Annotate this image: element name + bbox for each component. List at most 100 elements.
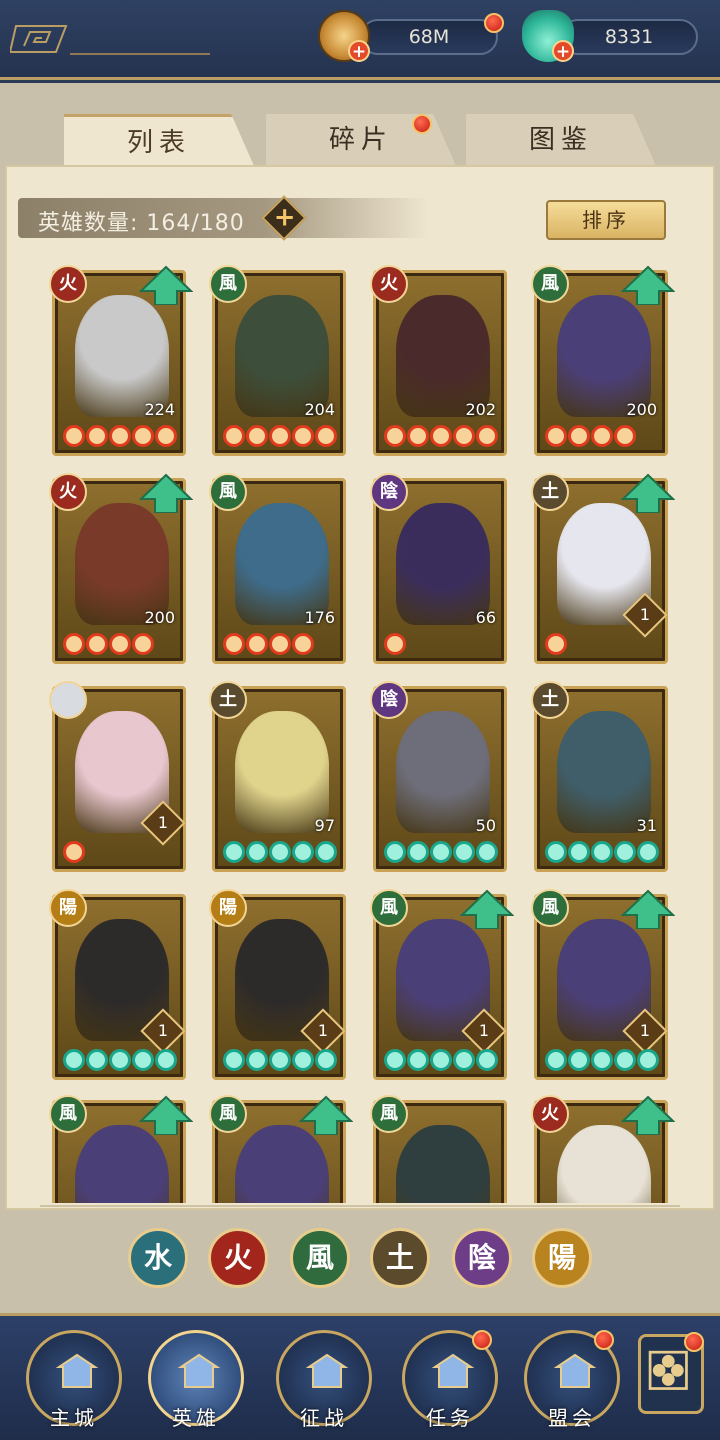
upgrade-arrow-icon — [621, 265, 675, 305]
tab-codex[interactable]: 图鉴 — [466, 114, 656, 166]
star-icon — [614, 841, 636, 863]
hero-card[interactable]: 風 — [209, 1095, 353, 1203]
star-icon — [109, 1049, 131, 1071]
hero-card[interactable]: 風 — [49, 1095, 193, 1203]
hero-card[interactable]: 土 31 — [531, 681, 668, 872]
add-coins-button[interactable]: + — [348, 40, 370, 62]
hero-card[interactable]: 土 97 — [209, 681, 346, 872]
star-icon — [637, 1049, 659, 1071]
nav-label: 盟会 — [548, 1406, 596, 1430]
star-icon — [545, 1049, 567, 1071]
star-rating — [223, 633, 314, 657]
element-filter-button[interactable]: 陽 — [532, 1228, 592, 1288]
hero-portrait — [235, 1125, 329, 1203]
level-value: 200 — [626, 400, 657, 419]
star-icon — [545, 841, 567, 863]
element-badge: 火 — [531, 1095, 569, 1133]
star-rating — [545, 633, 567, 657]
hero-card[interactable]: 風 200 — [531, 265, 675, 456]
element-badge: 陰 — [370, 681, 408, 719]
element-filter-button[interactable]: 陰 — [452, 1228, 512, 1288]
upgrade-arrow-icon — [460, 889, 514, 929]
hero-card[interactable]: 火 202 — [370, 265, 507, 456]
element-filter-button[interactable]: 火 — [208, 1228, 268, 1288]
nav-icon — [305, 1353, 349, 1388]
star-icon — [384, 633, 406, 655]
upgrade-arrow-icon — [139, 473, 193, 513]
star-rating — [63, 633, 154, 657]
hero-card[interactable]: 陽1 — [209, 889, 346, 1080]
hero-portrait — [235, 295, 329, 417]
notification-dot — [484, 13, 504, 33]
hero-card[interactable]: 火 — [531, 1095, 675, 1203]
star-icon — [109, 425, 131, 447]
hero-portrait — [396, 1125, 490, 1203]
element-badge: 風 — [209, 265, 247, 303]
level-value: 1 — [478, 1021, 490, 1040]
star-icon — [407, 1049, 429, 1071]
level-value: 202 — [465, 400, 496, 419]
star-rating — [223, 841, 337, 865]
element-badge: 土 — [209, 681, 247, 719]
element-filter-button[interactable]: 風 — [290, 1228, 350, 1288]
element-filter-button[interactable]: 水 — [128, 1228, 188, 1288]
sort-button[interactable]: 排序 — [546, 200, 666, 240]
hero-card[interactable]: 風 176 — [209, 473, 346, 664]
star-rating — [545, 841, 659, 865]
star-icon — [292, 633, 314, 655]
hero-card[interactable]: 風1 — [370, 889, 514, 1080]
hero-card[interactable]: 火 200 — [49, 473, 193, 664]
tab-list[interactable]: 列表 — [64, 114, 254, 166]
add-jade-button[interactable]: + — [552, 40, 574, 62]
nav-icon — [55, 1353, 99, 1388]
star-icon — [315, 425, 337, 447]
element-badge: 風 — [49, 1095, 87, 1133]
hero-card[interactable]: 風 204 — [209, 265, 346, 456]
hero-card[interactable]: 1 — [49, 681, 186, 872]
hero-card[interactable]: 陰 66 — [370, 473, 507, 664]
star-icon — [614, 425, 636, 447]
coin-balance: 68M — [360, 19, 498, 55]
upgrade-arrow-icon — [621, 889, 675, 929]
hero-card[interactable]: 陰 50 — [370, 681, 507, 872]
star-icon — [63, 633, 85, 655]
star-icon — [63, 425, 85, 447]
star-icon — [223, 1049, 245, 1071]
star-icon — [384, 425, 406, 447]
level-value: 1 — [157, 1021, 169, 1040]
menu-pattern-icon[interactable] — [10, 20, 70, 60]
star-icon — [155, 1049, 177, 1071]
hero-card[interactable]: 陽1 — [49, 889, 186, 1080]
star-icon — [453, 425, 475, 447]
star-icon — [246, 425, 268, 447]
star-icon — [269, 1049, 291, 1071]
element-badge: 土 — [531, 681, 569, 719]
level-value: 97 — [314, 816, 335, 835]
hero-card[interactable]: 土1 — [531, 473, 675, 664]
hero-card[interactable]: 火 224 — [49, 265, 193, 456]
star-rating — [223, 425, 337, 449]
star-icon — [568, 1049, 590, 1071]
star-rating — [63, 425, 177, 449]
level-value: 224 — [144, 400, 175, 419]
star-icon — [292, 841, 314, 863]
hero-portrait — [75, 295, 169, 417]
star-icon — [246, 841, 268, 863]
plus-icon: + — [273, 202, 296, 233]
star-icon — [86, 1049, 108, 1071]
star-icon — [430, 1049, 452, 1071]
star-rating — [384, 633, 406, 657]
fragments-notification-dot — [412, 114, 432, 134]
element-filter-button[interactable]: 土 — [370, 1228, 430, 1288]
hero-grid: 火 224 風 204 火 202 風 200 火 200 風 176 陰 66 土 1 1 土 97 陰 50 土 31 陽… — [40, 258, 690, 1203]
element-badge: 火 — [49, 265, 87, 303]
hero-card[interactable]: 風1 — [531, 889, 675, 1080]
star-icon — [292, 1049, 314, 1071]
star-icon — [476, 1049, 498, 1071]
star-icon — [246, 1049, 268, 1071]
nav-label: 征战 — [300, 1406, 348, 1430]
level-value: 176 — [304, 608, 335, 627]
element-badge: 風 — [209, 1095, 247, 1133]
star-icon — [63, 1049, 85, 1071]
hero-card[interactable]: 風 — [370, 1095, 507, 1203]
